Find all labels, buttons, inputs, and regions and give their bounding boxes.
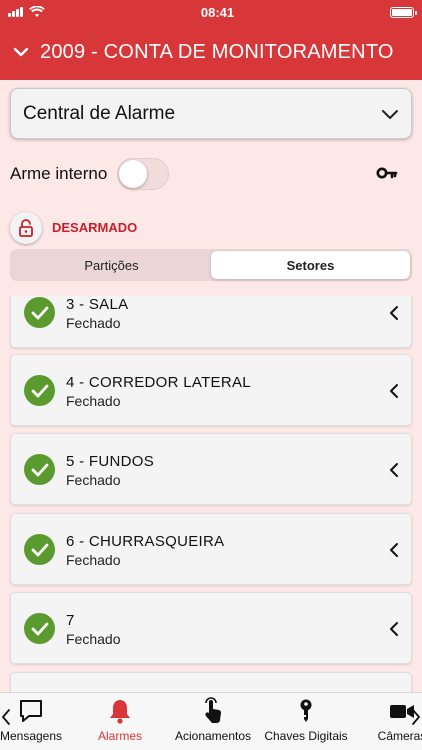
arme-interno-label: Arme interno [10, 164, 108, 183]
key-icon[interactable] [376, 164, 398, 182]
sector-name: 7 [66, 612, 75, 629]
sector-item-partial[interactable] [10, 672, 412, 692]
check-circle-icon [24, 613, 55, 644]
check-circle-icon [24, 375, 55, 406]
panel-select-value: Central de Alarme [23, 102, 176, 124]
sector-state: Fechado [66, 315, 121, 331]
tab-label: Acionamentos [174, 729, 252, 743]
tab-label: Alarmes [97, 729, 142, 743]
check-circle-icon [24, 534, 55, 565]
account-title[interactable]: 2009 - CONTA DE MONITORAMENTO [40, 41, 394, 64]
chevron-down-icon[interactable] [12, 43, 30, 61]
status-indicators [8, 6, 45, 18]
chevron-right-icon[interactable] [411, 707, 421, 727]
chevron-down-icon [382, 109, 398, 119]
sector-name: 5 - FUNDOS [66, 453, 155, 470]
app-header[interactable]: 2009 - CONTA DE MONITORAMENTO [0, 24, 422, 80]
battery-icon [390, 6, 417, 18]
tab-label: Chaves Digitais [264, 729, 348, 743]
panel-select[interactable]: Central de Alarme [10, 88, 412, 139]
tab-chaves-digitais[interactable]: Chaves Digitais [260, 693, 352, 750]
tab-acionamentos[interactable]: Acionamentos [170, 693, 256, 750]
cellular-signal-icon [8, 7, 23, 17]
lock-button[interactable] [10, 212, 42, 244]
chevron-left-icon [390, 543, 398, 557]
arme-interno-toggle[interactable] [117, 158, 170, 190]
bell-icon [110, 700, 130, 724]
sector-state: Fechado [66, 393, 121, 409]
tab-label: Câmeras [377, 729, 422, 743]
sector-item[interactable]: 4 - CORREDOR LATERAL Fechado [10, 354, 412, 426]
alarm-status-text: DESARMADO [52, 220, 138, 235]
tab-label: Mensagens [0, 729, 63, 743]
sector-name: 6 - CHURRASQUEIRA [66, 533, 225, 550]
check-circle-icon [24, 454, 55, 485]
chevron-left-icon [390, 463, 398, 477]
unlock-icon [19, 219, 33, 237]
tap-hand-icon [205, 697, 222, 723]
sector-state: Fechado [66, 552, 121, 568]
sector-item[interactable]: 5 - FUNDOS Fechado [10, 433, 412, 505]
chevron-left-icon [390, 384, 398, 398]
chat-icon [20, 700, 42, 722]
sector-item[interactable]: 3 - SALA Fechado [10, 296, 412, 348]
tab-mensagens[interactable]: Mensagens [0, 693, 66, 750]
sector-name: 3 - SALA [66, 296, 129, 313]
sector-state: Fechado [66, 472, 121, 488]
bottom-tab-bar: Mensagens Alarmes Acionamentos Chaves Di… [0, 692, 422, 750]
tab-setores[interactable]: Setores [211, 251, 410, 279]
sector-item[interactable]: 6 - CHURRASQUEIRA Fechado [10, 513, 412, 585]
sector-list[interactable]: 3 - SALA Fechado 4 - CORREDOR LATERAL Fe… [0, 296, 422, 692]
status-bar: 08:41 [0, 0, 422, 24]
wifi-icon [29, 6, 45, 17]
check-circle-icon [24, 297, 55, 328]
sector-state: Fechado [66, 631, 121, 647]
chevron-left-icon [390, 622, 398, 636]
status-time: 08:41 [200, 4, 235, 20]
sector-item[interactable]: 7 Fechado [10, 592, 412, 664]
tab-particoes[interactable]: Partições [12, 251, 211, 279]
arme-interno-row: Arme interno [10, 156, 412, 192]
sector-name: 4 - CORREDOR LATERAL [66, 374, 251, 391]
segmented-control: Partições Setores [10, 249, 412, 281]
tab-alarmes[interactable]: Alarmes [88, 693, 152, 750]
chevron-left-icon [390, 306, 398, 320]
key-icon [300, 699, 312, 722]
